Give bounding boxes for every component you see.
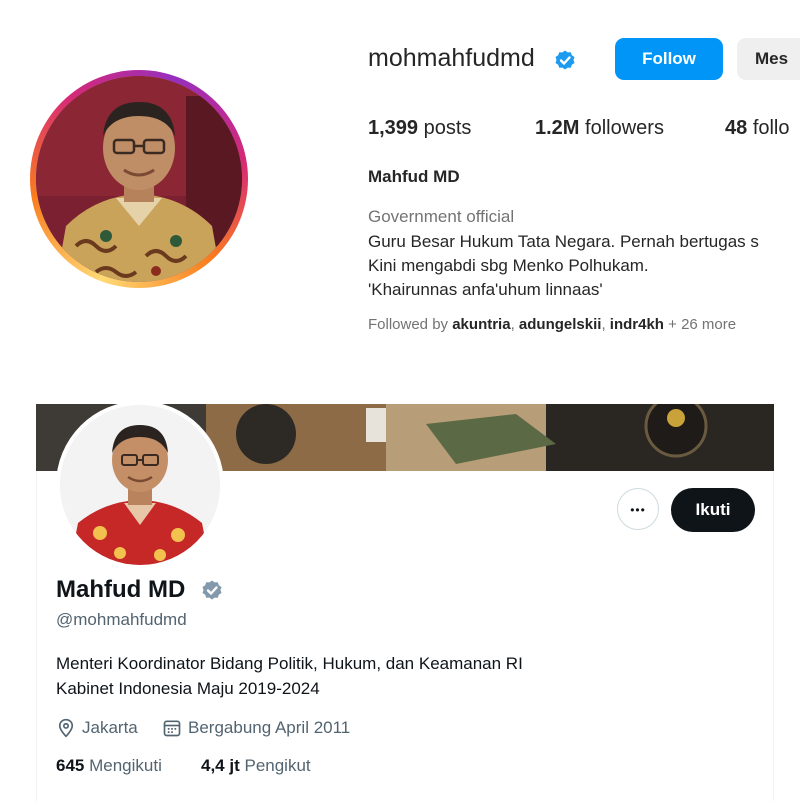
tw-bio-line: Kabinet Indonesia Maju 2019-2024 <box>56 679 320 698</box>
follow-button[interactable]: Ikuti <box>671 488 755 532</box>
ig-category: Government official <box>368 207 515 226</box>
verified-badge-icon <box>553 48 577 77</box>
message-button[interactable]: Mes <box>737 38 800 80</box>
ig-bio-line: 'Khairunnas anfa'uhum linnaas' <box>368 280 603 299</box>
followers-count[interactable]: 1.2M followers <box>535 117 664 140</box>
ig-username[interactable]: mohmahfudmd <box>368 44 535 73</box>
tw-following-count[interactable]: 645 Mengikuti <box>56 756 162 776</box>
follow-button[interactable]: Follow <box>615 38 723 80</box>
more-dots-icon: ••• <box>630 503 646 517</box>
ig-bio-line: Guru Besar Hukum Tata Negara. Pernah ber… <box>368 232 759 251</box>
ig-full-name: Mahfud MD <box>368 167 460 186</box>
verified-badge-icon[interactable] <box>200 578 224 607</box>
location-pin-icon <box>56 718 76 738</box>
twitter-profile: ••• Ikuti Mahfud MD @mohmahfudmd Menteri… <box>36 401 776 801</box>
posts-count: 1,399 posts <box>368 117 472 139</box>
instagram-profile: mohmahfudmd Follow Mes 1,399 posts 1.2M … <box>0 0 800 380</box>
followed-by[interactable]: Followed by akuntria, adungelskii, indr4… <box>368 316 736 333</box>
more-options-button[interactable]: ••• <box>617 488 659 530</box>
tw-avatar-frame[interactable] <box>56 401 224 569</box>
avatar <box>60 405 220 565</box>
ig-bio-line: Kini mengabdi sbg Menko Polhukam. <box>368 256 649 275</box>
tw-location: Jakarta <box>56 718 138 738</box>
following-count[interactable]: 48 follo <box>725 117 790 140</box>
tw-join-date: Bergabung April 2011 <box>162 718 350 738</box>
tw-followers-count[interactable]: 4,4 jt Pengikut <box>201 756 311 776</box>
story-ring[interactable] <box>30 70 248 288</box>
tw-handle: @mohmahfudmd <box>56 610 187 629</box>
tw-bio-line: Menteri Koordinator Bidang Politik, Huku… <box>56 654 523 673</box>
calendar-icon <box>162 718 182 738</box>
avatar <box>36 76 242 282</box>
tw-display-name: Mahfud MD <box>56 576 186 603</box>
